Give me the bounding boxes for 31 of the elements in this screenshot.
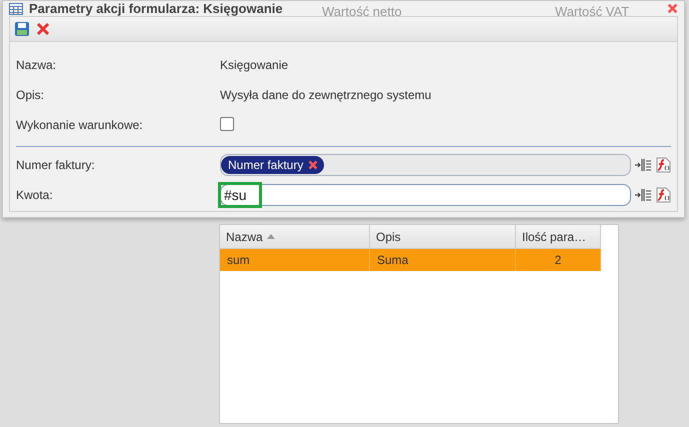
field-label: Numer faktury:: [16, 158, 96, 172]
checkbox[interactable]: [220, 116, 234, 130]
insert-field-icon[interactable]: [635, 158, 651, 172]
table-cell[interactable]: Suma: [370, 249, 516, 271]
function-icon[interactable]: [655, 187, 671, 203]
column-header[interactable]: Ilość para…: [516, 225, 601, 249]
column-header[interactable]: Nazwa: [220, 225, 370, 249]
close-icon[interactable]: [667, 3, 678, 14]
insert-field-icon[interactable]: [635, 188, 651, 202]
column-header: Wartość VAT: [555, 4, 630, 19]
table-cell[interactable]: 2: [516, 249, 601, 271]
table-cell[interactable]: sum: [220, 249, 370, 271]
expression-field[interactable]: Numer faktury: [220, 154, 631, 176]
sort-ascending-icon: [266, 234, 275, 239]
delete-button[interactable]: [36, 22, 50, 36]
function-icon[interactable]: [655, 157, 671, 173]
window-title: Parametry akcji formularza: Księgowanie: [29, 1, 283, 16]
field-value: Wysyła dane do zewnętrznego systemu: [220, 88, 432, 102]
field-label: Opis:: [16, 88, 46, 102]
save-button[interactable]: [14, 21, 30, 37]
typed-value: #su: [218, 182, 262, 208]
column-header[interactable]: Opis: [370, 225, 516, 249]
remove-icon[interactable]: [308, 160, 318, 170]
expression-field[interactable]: #su: [220, 184, 631, 206]
field-label: Nazwa:: [16, 58, 58, 72]
field-label: Wykonanie warunkowe:: [16, 118, 144, 132]
field-value: Księgowanie: [220, 58, 290, 72]
parameter-token[interactable]: Numer faktury: [221, 156, 324, 174]
table-icon: [9, 2, 23, 14]
field-label: Kwota:: [16, 188, 54, 202]
column-header: Wartość netto: [322, 4, 402, 19]
